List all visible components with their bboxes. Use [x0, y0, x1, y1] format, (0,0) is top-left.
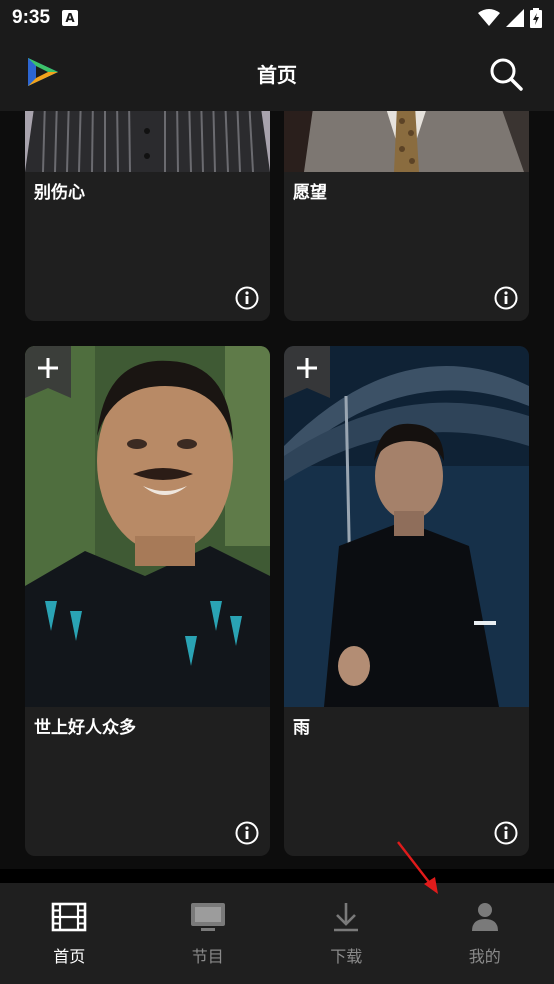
video-title[interactable]: 雨 [293, 713, 310, 738]
nav-item-download[interactable]: 下载 [277, 883, 416, 984]
video-card[interactable]: 别伤心 [25, 111, 270, 321]
film-icon [51, 902, 87, 932]
status-time: 9:35 [12, 7, 51, 28]
app-logo-icon[interactable] [24, 52, 62, 92]
nav-item-me[interactable]: 我的 [416, 883, 554, 984]
video-title[interactable]: 别伤心 [34, 178, 85, 203]
bottom-navigation: 首页 节目 下载 我的 [0, 883, 554, 984]
video-card[interactable]: 愿望 [284, 111, 529, 321]
video-thumbnail[interactable] [25, 111, 270, 172]
info-icon[interactable] [494, 286, 518, 310]
person-icon [471, 903, 498, 931]
video-title[interactable]: 世上好人众多 [34, 713, 136, 738]
wifi-icon [478, 9, 500, 26]
download-icon [334, 903, 359, 932]
status-icons [478, 8, 542, 28]
annotation-arrow-icon [397, 841, 438, 894]
nav-label: 节目 [191, 947, 224, 966]
screen: 9:35 A 首页 别伤心 愿望 世上好人众多 雨 首页 节目 下载 我的 [0, 0, 554, 984]
video-grid: 别伤心 愿望 世上好人众多 雨 [0, 111, 554, 869]
info-icon[interactable] [235, 821, 259, 845]
app-header: 首页 [0, 36, 554, 111]
page-title: 首页 [257, 63, 297, 87]
info-icon[interactable] [494, 821, 518, 845]
tv-icon [190, 903, 225, 931]
video-card[interactable]: 世上好人众多 [25, 346, 270, 856]
signal-icon [506, 9, 524, 27]
status-bar: 9:35 A [0, 0, 554, 36]
nav-divider [0, 869, 554, 883]
video-thumbnail[interactable] [284, 111, 529, 172]
video-thumbnail[interactable] [284, 346, 529, 707]
nav-label: 首页 [53, 947, 86, 966]
search-icon[interactable] [488, 56, 524, 92]
battery-icon [530, 8, 542, 28]
nav-item-programs[interactable]: 节目 [139, 883, 278, 984]
nav-item-home[interactable]: 首页 [0, 883, 139, 984]
video-thumbnail[interactable] [25, 346, 270, 707]
info-icon[interactable] [235, 286, 259, 310]
video-title[interactable]: 愿望 [293, 178, 327, 203]
nav-label: 下载 [330, 947, 363, 966]
add-to-list-icon[interactable] [25, 346, 71, 398]
video-card[interactable]: 雨 [284, 346, 529, 856]
add-to-list-icon[interactable] [284, 346, 330, 398]
notification-icon: A [62, 10, 79, 26]
nav-label: 我的 [468, 947, 501, 966]
